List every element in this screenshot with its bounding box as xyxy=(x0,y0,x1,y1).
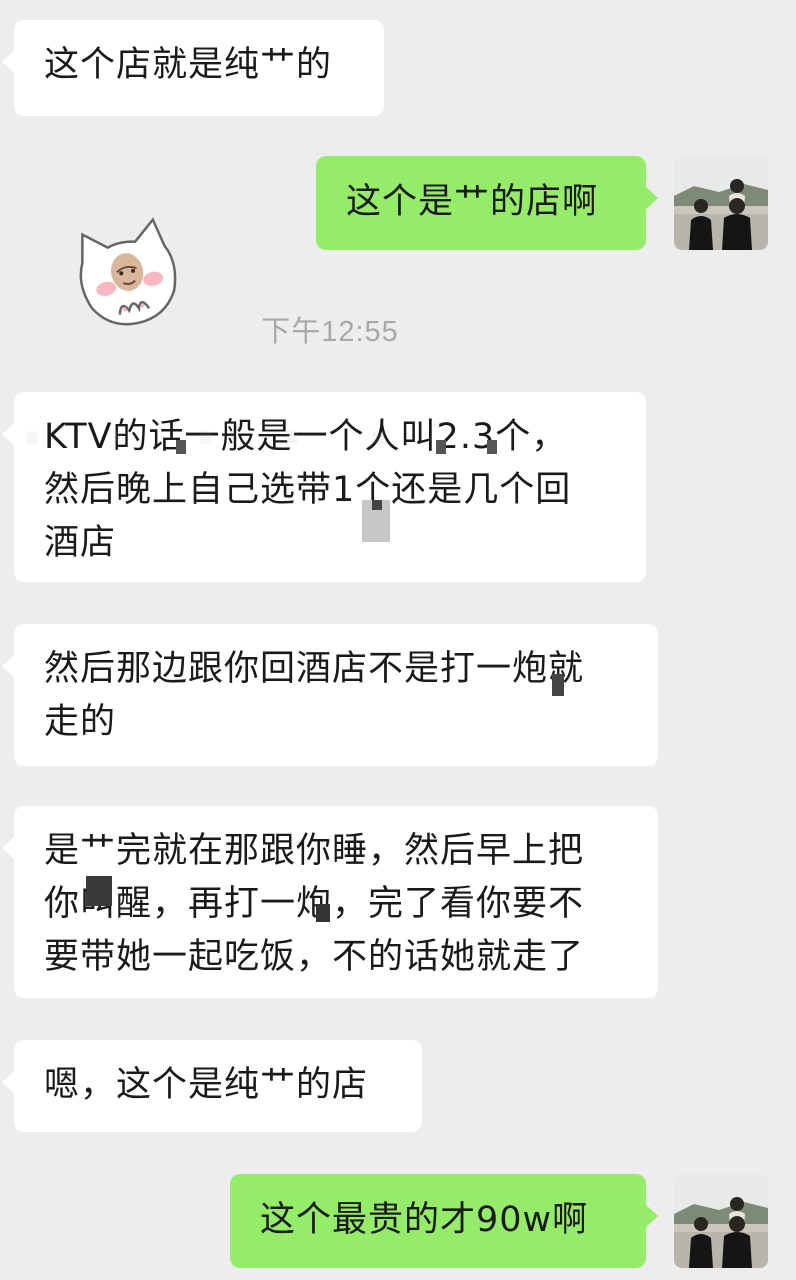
message-text: 这个是艹的店啊 xyxy=(346,182,599,222)
message-text: 是艹完就在那跟你睡，然后早上把 xyxy=(44,831,585,871)
incoming-message-bubble[interactable]: 这个店就是纯艹的 xyxy=(2,20,384,116)
message-text: KTV的话一般是一个人叫2.3个， xyxy=(44,417,568,457)
message-text: 走的 xyxy=(44,702,117,742)
self-avatar[interactable] xyxy=(674,1174,768,1268)
censor-mosaic xyxy=(176,440,186,454)
incoming-message-bubble[interactable]: 嗯，这个是纯艹的店 xyxy=(2,1040,422,1132)
message-text: 你叫醒，再打一炮，完了看你要不 xyxy=(44,884,585,924)
outgoing-message-bubble[interactable]: 这个最贵的才90w啊 xyxy=(230,1174,658,1268)
message-text: 然后晚上自己选带1个还是几个回 xyxy=(44,470,572,510)
incoming-message-bubble[interactable]: KTV的话一般是一个人叫2.3个， 然后晚上自己选带1个还是几个回 酒店 xyxy=(2,392,646,582)
censor-mosaic xyxy=(86,876,112,906)
self-avatar[interactable] xyxy=(674,156,768,250)
censor-mosaic xyxy=(552,674,564,696)
censor-mosaic xyxy=(487,440,497,454)
couple-at-beach-avatar-icon xyxy=(674,1174,768,1268)
message-text: 嗯，这个是纯艹的店 xyxy=(44,1065,369,1105)
message-text: 要带她一起吃饭，不的话她就走了 xyxy=(44,937,585,977)
censor-mosaic xyxy=(436,440,446,454)
couple-at-beach-avatar-icon xyxy=(674,156,768,250)
message-text: 然后那边跟你回酒店不是打一炮就 xyxy=(44,649,585,689)
censor-mosaic xyxy=(316,904,330,922)
message-text: 酒店 xyxy=(44,523,117,563)
message-text: 这个店就是纯艹的 xyxy=(44,45,333,85)
timestamp: 下午12:55 xyxy=(261,316,399,348)
outgoing-message-bubble[interactable]: 这个是艹的店啊 xyxy=(316,156,658,250)
message-text: 这个最贵的才90w啊 xyxy=(260,1200,589,1240)
censor-mosaic xyxy=(372,500,382,510)
